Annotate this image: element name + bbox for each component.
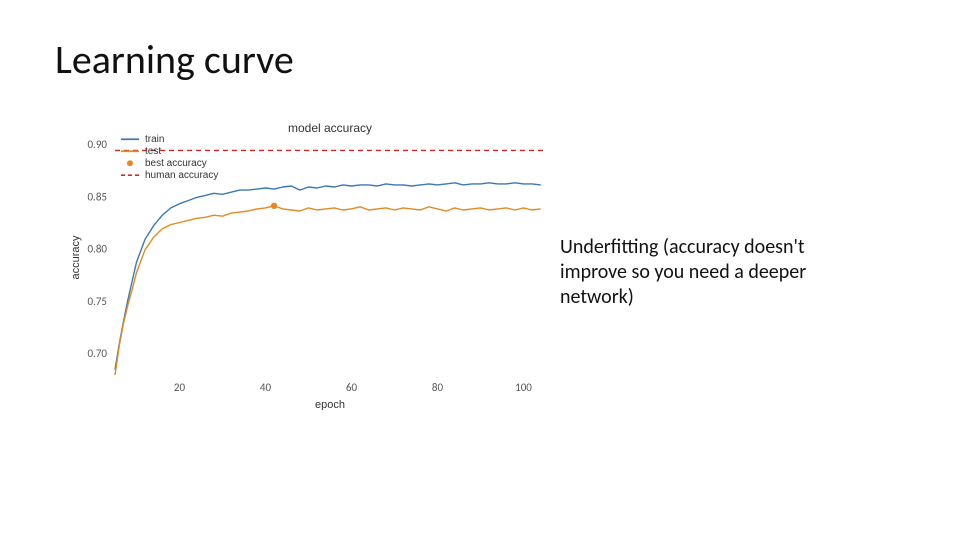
- svg-text:model accuracy: model accuracy: [288, 121, 372, 135]
- svg-text:0.85: 0.85: [87, 190, 107, 203]
- svg-text:100: 100: [515, 381, 532, 394]
- svg-text:accuracy: accuracy: [70, 235, 82, 280]
- annotation-text: Underfitting (accuracy doesn't improve s…: [560, 235, 860, 310]
- svg-text:0.75: 0.75: [87, 295, 107, 308]
- svg-text:train: train: [145, 134, 164, 145]
- svg-text:human accuracy: human accuracy: [145, 170, 218, 181]
- svg-text:test: test: [145, 146, 161, 157]
- svg-text:0.80: 0.80: [87, 243, 107, 256]
- svg-text:best accuracy: best accuracy: [145, 158, 207, 169]
- page-title: Learning curve: [55, 35, 294, 84]
- svg-text:40: 40: [260, 381, 272, 394]
- svg-text:0.70: 0.70: [87, 347, 107, 360]
- svg-text:20: 20: [174, 381, 186, 394]
- chart-figure: model accuracy 0.70 0.75 0.80 0.85 0.90 20 40 60…: [65, 120, 555, 410]
- svg-text:80: 80: [432, 381, 444, 394]
- svg-text:epoch: epoch: [315, 399, 345, 410]
- svg-text:0.90: 0.90: [87, 138, 107, 151]
- svg-text:60: 60: [346, 381, 358, 394]
